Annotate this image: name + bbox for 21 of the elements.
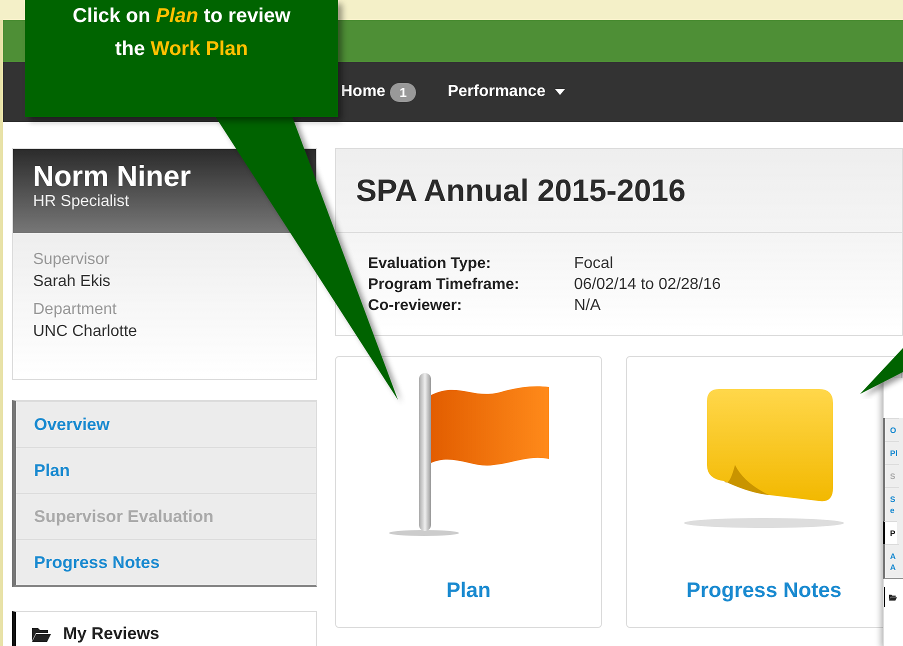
callout-text: Click on Plan to review the Work Plan (72, 4, 292, 62)
thumbnail-item: Pl (885, 441, 899, 464)
detail-label: Program Timeframe: (368, 276, 520, 294)
thumbnail-item: O (885, 418, 899, 441)
review-title: SPA Annual 2015-2016 (356, 172, 686, 208)
detail-value: 06/02/14 to 02/28/16 (574, 276, 722, 294)
panel-title: My Reviews (63, 624, 160, 644)
detail-label: Co-reviewer: (368, 297, 463, 315)
user-title: HR Specialist (33, 193, 130, 211)
field-value: UNC Charlotte (33, 323, 138, 341)
field-label: Department (33, 301, 118, 319)
field-value: Sarah Ekis (33, 273, 112, 291)
thumbnail-item: P (883, 521, 897, 544)
thumbnail-item: S (885, 464, 899, 487)
detail-label: Evaluation Type: (368, 255, 492, 273)
detail-value: Focal (574, 255, 614, 273)
user-name: Norm Niner (33, 161, 192, 193)
detail-value: N/A (574, 297, 602, 315)
count-badge: 1 (390, 82, 416, 102)
thumbnail-item: A A (885, 544, 899, 578)
field-label: Supervisor (33, 251, 110, 269)
